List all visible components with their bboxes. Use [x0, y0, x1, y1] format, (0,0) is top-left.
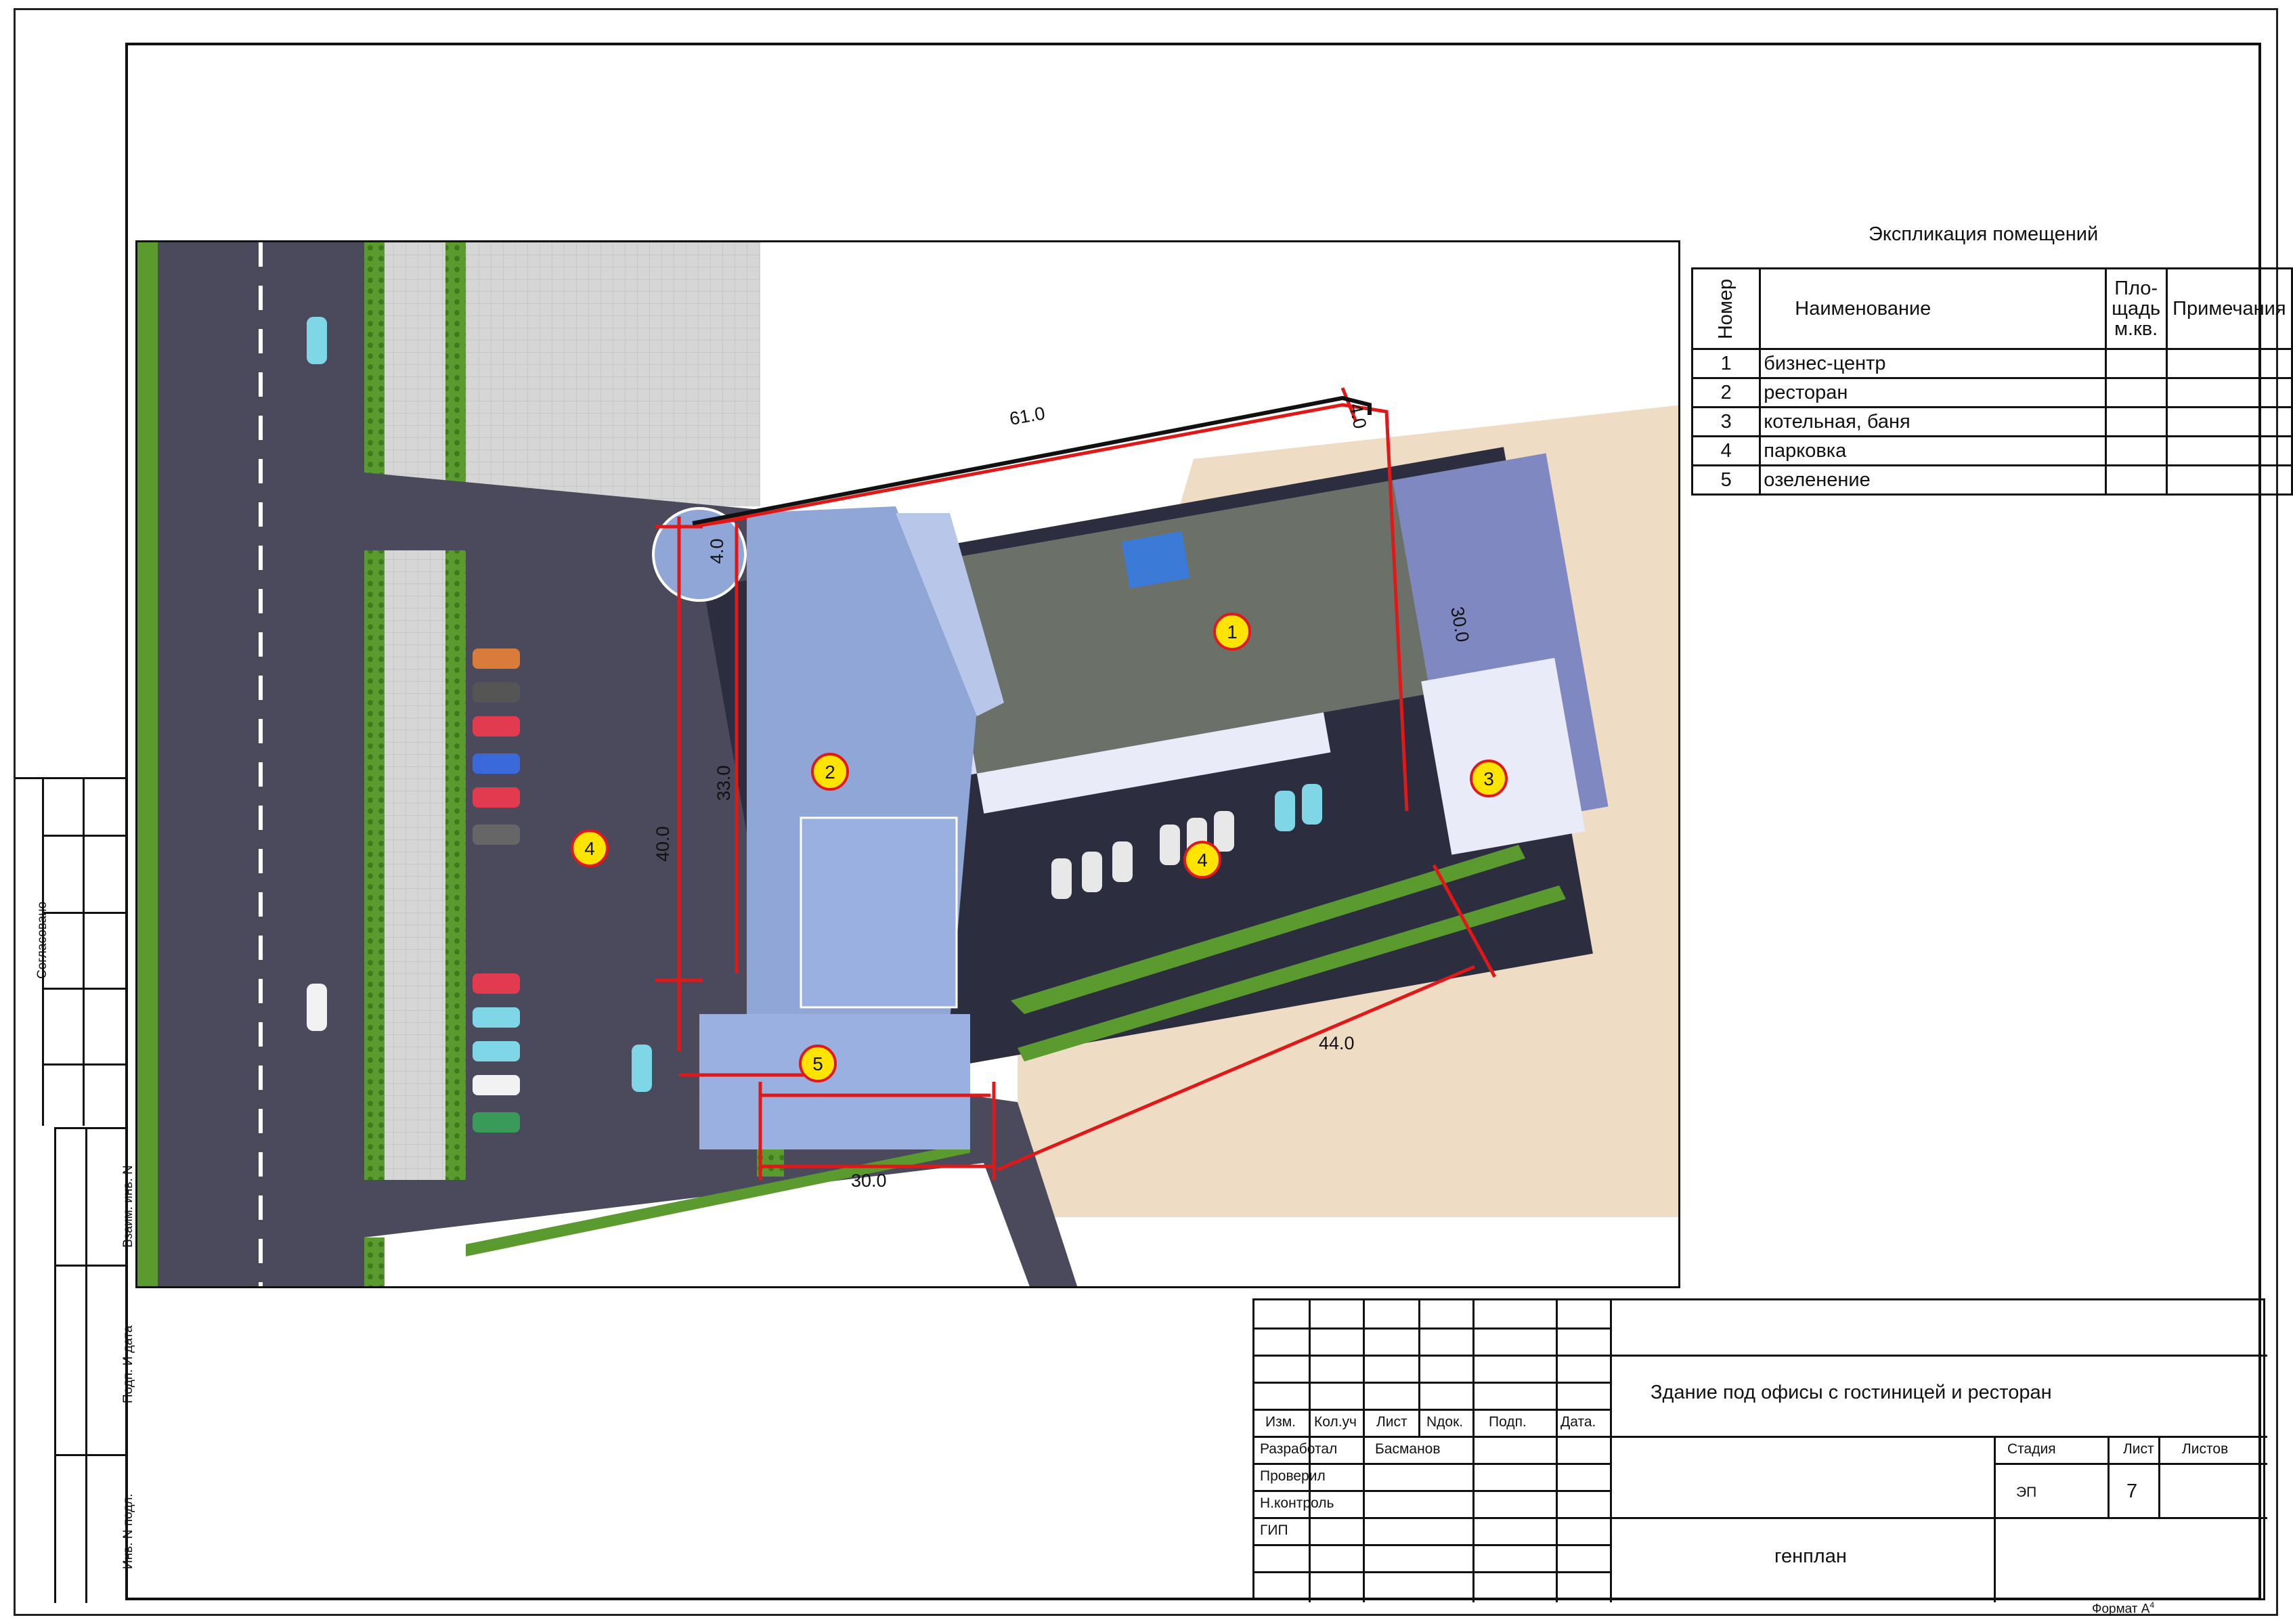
soglasovano-label: Согласовано [35, 901, 49, 979]
marker-1: 1 [1227, 621, 1238, 642]
dim-4-left: 4.0 [707, 538, 727, 564]
header-area: Пло- щадь м.кв. [2104, 267, 2168, 350]
col-izm: Изм. [1265, 1414, 1296, 1430]
dim-44: 44.0 [1319, 1033, 1355, 1053]
col-data: Дата. [1560, 1414, 1596, 1430]
dim-33: 33.0 [714, 765, 734, 801]
role-proveril: Проверил [1260, 1468, 1326, 1484]
inv-podl-label: Инв. N подл. [121, 1493, 135, 1569]
col-list: Лист [1376, 1414, 1407, 1430]
dim-30-bottom: 30.0 [851, 1170, 887, 1191]
marker-4-left: 4 [584, 838, 595, 859]
drawing-name: генплан [1774, 1545, 1847, 1567]
role-gip: ГИП [1260, 1522, 1288, 1538]
podp-date-label: Подп. И дата [121, 1325, 135, 1403]
marker-2: 2 [825, 762, 835, 783]
project-name: Здание под офисы с гостиницей и ресторан [1651, 1382, 2052, 1403]
table-row: 4 парковка [1690, 435, 2293, 466]
header-name: Наименование [1759, 267, 2107, 350]
name-razrabotal: Басманов [1375, 1441, 1441, 1457]
table-row: 2 ресторан [1690, 377, 2293, 408]
sheets-label: Листов [2182, 1441, 2229, 1457]
role-nkontrol: Н.контроль [1260, 1495, 1334, 1511]
approval-block: Согласовано [15, 777, 125, 1126]
col-kolich: Кол.уч [1314, 1414, 1357, 1430]
explication-title: Экспликация помещений [1869, 223, 2099, 245]
site-plan: 61.0 4.0 30.0 4.0 33.0 40.0 44.0 30.0 1 … [135, 240, 1680, 1288]
col-podp: Подп. [1489, 1414, 1527, 1430]
header-number: Номер [1690, 267, 1762, 350]
stage-label: Стадия [2007, 1441, 2056, 1457]
title-block: Изм. Кол.уч Лист Nдок. Подп. Дата. Разра… [1252, 1298, 2267, 1602]
sheet-label: Лист [2123, 1441, 2154, 1457]
format-label: Формат А4 [2092, 1600, 2155, 1617]
marker-4-right: 4 [1197, 850, 1208, 871]
explication-table: Номер Наименование Пло- щадь м.кв. Приме… [1690, 267, 2293, 496]
sheet-value: 7 [2126, 1480, 2138, 1502]
stage-value: ЭП [2016, 1485, 2037, 1500]
role-razrabotal: Разработал [1260, 1441, 1338, 1457]
table-row: 3 котельная, баня [1690, 406, 2293, 437]
header-notes: Примечания [2165, 267, 2293, 350]
col-ndok: Nдок. [1426, 1414, 1464, 1430]
marker-3: 3 [1483, 768, 1494, 789]
table-row: 1 бизнес-центр [1690, 348, 2293, 379]
vzaim-inv-label: Взаим. инв. N [121, 1165, 135, 1248]
marker-5: 5 [812, 1053, 823, 1074]
side-stamp-strip: Взаим. инв. N Подп. И дата Инв. N подл. [54, 1127, 135, 1603]
table-row: 5 озеленение [1690, 464, 2293, 496]
dim-40: 40.0 [653, 826, 673, 862]
